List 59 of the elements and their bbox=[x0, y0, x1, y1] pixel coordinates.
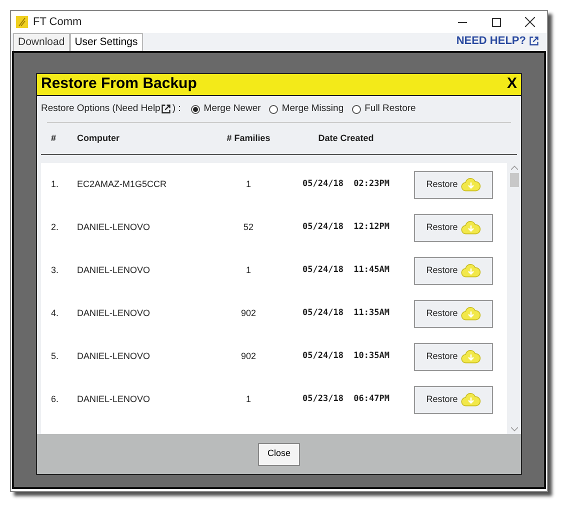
scroll-up-icon[interactable] bbox=[510, 165, 518, 170]
computer-cell-text: DANIEL-LENOVO bbox=[76, 306, 152, 320]
cloud-download-icon bbox=[460, 220, 481, 234]
scrollbar-thumb[interactable] bbox=[510, 173, 518, 187]
cloud-download-icon bbox=[460, 306, 481, 320]
cloud-download-icon bbox=[460, 350, 481, 364]
computer-cell-text: DANIEL-LENOVO bbox=[76, 350, 152, 363]
scroll-down-icon[interactable] bbox=[510, 427, 518, 432]
restore-button[interactable]: Restore bbox=[414, 300, 493, 328]
external-link-icon bbox=[161, 104, 172, 114]
options-label: Restore Options (Need Help bbox=[41, 102, 160, 116]
families-cell-text: 1 bbox=[244, 178, 252, 191]
families-cell-text: 1 bbox=[244, 264, 252, 277]
date-cell-text: 05/23/18 06:47PM bbox=[302, 393, 390, 406]
computer-cell-text: DANIEL-LENOVO bbox=[76, 264, 152, 277]
cloud-download-icon bbox=[460, 178, 481, 192]
dialog-title: Restore From Backup bbox=[41, 74, 198, 94]
families-cell-text: 902 bbox=[240, 350, 258, 363]
radio-option[interactable]: Full Restore bbox=[352, 102, 416, 116]
column-header: # Families bbox=[226, 132, 272, 145]
row-number: 1. bbox=[50, 178, 60, 191]
row-number: 2. bbox=[50, 220, 60, 234]
row-number: 3. bbox=[50, 264, 60, 277]
cloud-download-icon bbox=[460, 392, 481, 406]
restore-button[interactable]: Restore bbox=[414, 214, 493, 242]
cloud-download-icon bbox=[460, 264, 481, 278]
app-logo-icon bbox=[16, 16, 28, 28]
radio-option[interactable]: Merge Missing bbox=[268, 102, 344, 116]
window-title: FT Comm bbox=[33, 14, 82, 30]
radio-option[interactable]: Merge Newer bbox=[190, 102, 261, 116]
families-cell-text: 1 bbox=[244, 392, 252, 406]
column-header: Date Created bbox=[317, 132, 375, 145]
computer-cell-text: DANIEL-LENOVO bbox=[76, 392, 152, 406]
row-number: 6. bbox=[50, 392, 60, 406]
options-label-suffix: ) : bbox=[172, 102, 181, 116]
date-cell-text: 05/24/18 12:12PM bbox=[302, 221, 390, 234]
date-cell-text: 05/24/18 10:35AM bbox=[302, 350, 390, 363]
close-icon bbox=[525, 17, 535, 27]
computer-cell-text: DANIEL-LENOVO bbox=[76, 220, 152, 234]
families-cell-text: 52 bbox=[242, 220, 254, 234]
restore-button[interactable]: Restore bbox=[414, 386, 493, 414]
tab[interactable]: User Settings bbox=[70, 33, 143, 51]
date-cell-text: 05/24/18 02:23PM bbox=[302, 178, 390, 191]
date-cell-text: 05/24/18 11:35AM bbox=[302, 307, 390, 320]
restore-button[interactable]: Restore bbox=[414, 170, 493, 198]
computer-cell-text: EC2AMAZ-M1G5CCR bbox=[76, 178, 168, 191]
families-cell-text: 902 bbox=[240, 306, 258, 320]
restore-button[interactable]: Restore bbox=[414, 256, 493, 284]
column-header: Computer bbox=[76, 132, 120, 145]
row-number: 5. bbox=[50, 350, 60, 363]
row-number: 4. bbox=[50, 306, 60, 320]
date-cell-text: 05/24/18 11:45AM bbox=[302, 264, 390, 277]
restore-button[interactable]: Restore bbox=[414, 342, 493, 370]
tab[interactable]: Download bbox=[13, 33, 70, 51]
close-dialog-button[interactable]: Close bbox=[258, 442, 300, 466]
external-link-icon bbox=[529, 36, 539, 46]
column-header: # bbox=[50, 132, 58, 145]
need-help-link[interactable]: NEED HELP? bbox=[456, 32, 539, 49]
dialog-close-button[interactable]: X bbox=[506, 73, 517, 96]
